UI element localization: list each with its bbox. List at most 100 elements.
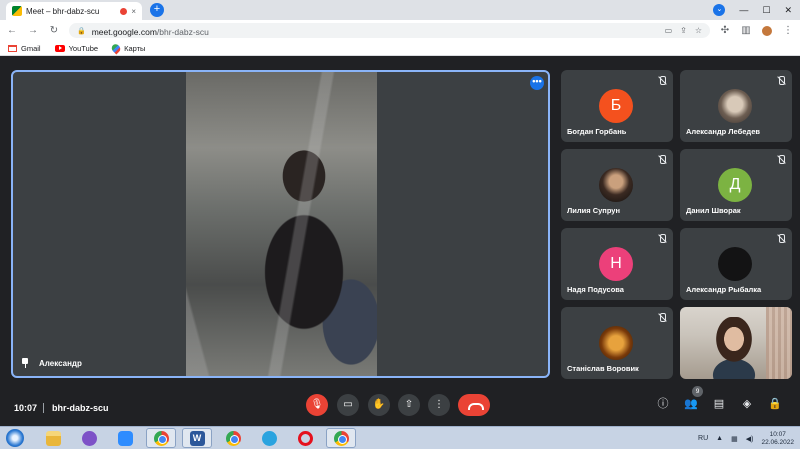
taskbar-chrome-2[interactable] <box>218 428 248 448</box>
more-options-button[interactable]: ••• <box>530 76 544 90</box>
network-icon[interactable]: ▦ <box>731 435 738 443</box>
chat-icon: ▤ <box>713 398 725 410</box>
main-participant-name: Александр <box>39 358 82 368</box>
taskbar-explorer[interactable] <box>38 428 68 448</box>
bookmark-maps[interactable]: Карты <box>110 41 146 55</box>
camera-toggle-button[interactable]: ▭ <box>337 394 359 416</box>
people-icon: 👥 <box>684 398 698 410</box>
maximize-button[interactable]: ☐ <box>762 5 770 16</box>
camera-permission-icon[interactable]: ▭ <box>665 26 673 35</box>
mic-off-icon <box>657 234 667 244</box>
meet-control-bar: 10:07 bhr-dabz-scu 🎙 ▭ ✋ ⇧ ⋮ ⓘ 👥 ▤ ◈ 🔒 <box>0 392 800 423</box>
address-bar[interactable]: 🔒 meet.google.com/bhr-dabz-scu ▭ ⇪ ☆ <box>69 23 710 38</box>
telegram-icon <box>261 430 277 446</box>
main-participant-label: Александр <box>21 358 82 368</box>
chrome-icon <box>225 430 241 446</box>
avatar: Б <box>599 89 633 123</box>
mic-off-icon <box>657 313 667 323</box>
taskbar-chrome[interactable] <box>146 428 176 448</box>
main-video-tile[interactable]: Александр ••• <box>11 70 550 378</box>
meet-favicon-icon <box>12 6 22 16</box>
more-vert-icon: ⋮ <box>434 399 444 410</box>
more-actions-button[interactable]: ⋮ <box>428 394 450 416</box>
info-icon: ⓘ <box>657 398 669 410</box>
bookmark-label: Gmail <box>21 43 41 53</box>
volume-icon[interactable]: ◀) <box>746 435 754 443</box>
taskbar-clock[interactable]: 10:07 22.06.2022 <box>761 431 794 447</box>
close-window-button[interactable]: ✕ <box>784 5 792 16</box>
menu-kebab-icon[interactable]: ⋮ <box>782 25 794 36</box>
minimize-button[interactable]: — <box>739 5 748 15</box>
participant-name: Данил Шворак <box>686 206 741 215</box>
bookmark-youtube[interactable]: YouTube <box>54 44 98 53</box>
participant-tile[interactable]: Лилия Супрун <box>561 149 673 221</box>
participant-tile[interactable]: Д Данил Шворак <box>680 149 792 221</box>
forward-button[interactable]: → <box>27 25 39 36</box>
profile-avatar[interactable] <box>761 24 773 37</box>
clock-time: 10:07 <box>769 430 786 438</box>
window-controls: ⌄ — ☐ ✕ <box>713 0 800 20</box>
participant-name: Станіслав Воровик <box>567 364 639 373</box>
present-screen-icon: ⇧ <box>404 399 414 410</box>
mic-off-icon <box>776 76 786 86</box>
extensions-icon[interactable]: ✣ <box>719 25 731 36</box>
back-button[interactable]: ← <box>6 25 18 36</box>
reload-button[interactable]: ↻ <box>48 25 60 36</box>
mic-toggle-button[interactable]: 🎙 <box>306 394 328 416</box>
participant-camera-tile[interactable] <box>680 307 792 379</box>
leave-call-button[interactable] <box>458 394 490 416</box>
browser-toolbar: ← → ↻ 🔒 meet.google.com/bhr-dabz-scu ▭ ⇪… <box>0 20 800 41</box>
taskbar-chrome-3[interactable] <box>326 428 356 448</box>
participant-name: Александр Лебедев <box>686 127 760 136</box>
bookmark-gmail[interactable]: Gmail <box>8 44 41 53</box>
chrome-icon <box>153 430 169 446</box>
omnibox-actions: ▭ ⇪ ☆ <box>665 26 702 35</box>
taskbar-viber[interactable] <box>74 428 104 448</box>
meeting-time: 10:07 <box>14 402 38 413</box>
share-icon[interactable]: ⇪ <box>680 26 687 35</box>
avatar: Н <box>599 247 633 281</box>
taskbar-word[interactable]: W <box>182 428 212 448</box>
participant-tile[interactable]: Александр Рыбалка <box>680 228 792 300</box>
start-button[interactable] <box>6 429 24 447</box>
taskbar-telegram[interactable] <box>254 428 284 448</box>
info-button[interactable]: ⓘ <box>655 396 671 412</box>
pin-icon[interactable] <box>21 358 29 368</box>
maps-icon <box>110 41 123 55</box>
zoom-icon <box>117 430 133 446</box>
bookmarks-bar: Gmail YouTube Карты <box>0 41 800 56</box>
side-panel-icon[interactable]: ▥ <box>740 25 752 36</box>
raise-hand-button[interactable]: ✋ <box>368 394 390 416</box>
tab-close-button[interactable]: × <box>131 7 136 16</box>
lock-person-icon: 🔒 <box>768 398 782 410</box>
participant-name: Надя Подусова <box>567 285 624 294</box>
browser-tab[interactable]: Meet – bhr-dabz-scu × <box>6 2 142 20</box>
present-button[interactable]: ⇧ <box>398 394 420 416</box>
taskbar-zoom[interactable] <box>110 428 140 448</box>
camera-background <box>766 307 792 379</box>
participant-tile[interactable]: Б Богдан Горбань <box>561 70 673 142</box>
tray-expand-icon[interactable]: ▲ <box>716 435 723 442</box>
bookmark-label: Карты <box>124 43 146 53</box>
avatar <box>599 326 633 360</box>
participant-tile[interactable]: Станіслав Воровик <box>561 307 673 379</box>
participant-tile[interactable]: Александр Лебедев <box>680 70 792 142</box>
lock-icon[interactable]: 🔒 <box>77 27 86 35</box>
windows-taskbar: W RU ▲ ▦ ◀) 10:07 22.06.2022 <box>0 426 800 449</box>
language-indicator[interactable]: RU <box>698 435 708 442</box>
tab-search-icon[interactable]: ⌄ <box>713 4 726 16</box>
avatar: Д <box>718 168 752 202</box>
avatar <box>718 247 752 281</box>
chat-button[interactable]: ▤ <box>711 396 727 412</box>
participant-tile[interactable]: Н Надя Подусова <box>561 228 673 300</box>
new-tab-button[interactable]: + <box>150 3 164 17</box>
activities-button[interactable]: ◈ <box>739 396 755 412</box>
chrome-icon <box>333 430 349 446</box>
tab-title: Meet – bhr-dabz-scu <box>26 6 100 16</box>
taskbar-opera[interactable] <box>290 428 320 448</box>
bookmark-star-icon[interactable]: ☆ <box>695 26 702 35</box>
opera-icon <box>297 430 313 446</box>
participant-name: Александр Рыбалка <box>686 285 762 294</box>
host-controls-button[interactable]: 🔒 <box>767 396 783 412</box>
people-button[interactable]: 👥 <box>683 396 699 412</box>
